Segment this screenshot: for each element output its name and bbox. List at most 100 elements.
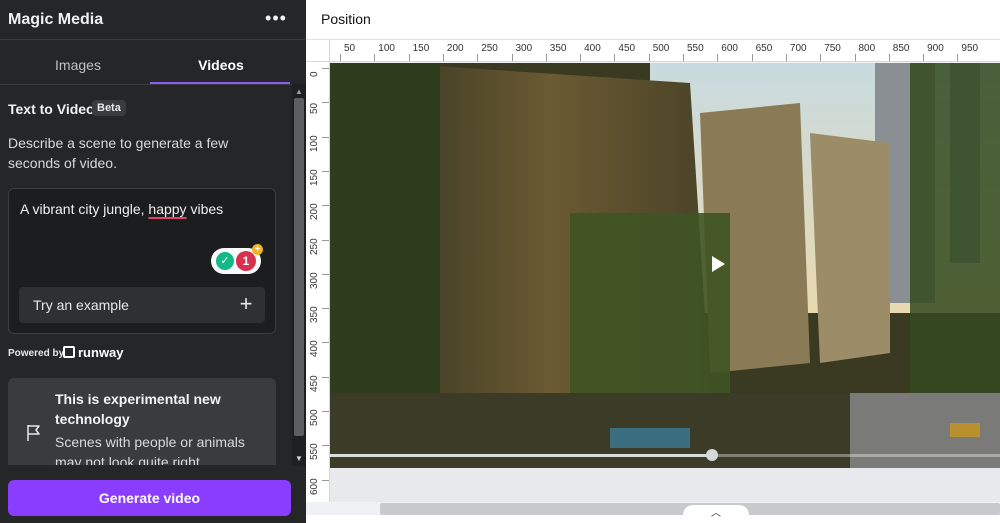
ruler-tick (545, 54, 547, 61)
magic-media-panel: Magic Media ••• Images Videos Text to Vi… (0, 0, 306, 523)
canvas-bottom-area (330, 468, 1000, 502)
flag-icon (27, 425, 40, 441)
vertical-ruler: 0 50 100 150 200 250 300 350 400 450 500 550 600 (306, 62, 330, 502)
ruler-tick-label: 50 (344, 43, 356, 54)
ruler-tick (408, 54, 410, 61)
ruler-tick (322, 205, 329, 207)
ruler-tick-label: 300 (515, 43, 533, 54)
more-options-icon[interactable]: ••• (264, 9, 288, 30)
grammar-bulb-icon: ✓ (216, 252, 234, 270)
ruler-tick-label: 100 (378, 43, 395, 54)
ruler-corner (306, 40, 330, 62)
ruler-tick (322, 273, 329, 275)
ruler-tick-label: 500 (652, 43, 670, 54)
ruler-tick (322, 136, 329, 138)
powered-by-label: Powered by (8, 348, 65, 359)
runway-logo-icon (63, 346, 75, 358)
ruler-tick-label: 950 (961, 43, 979, 54)
ruler-tick (511, 54, 513, 61)
play-icon[interactable] (712, 256, 725, 272)
editor-toolbar: Position (306, 0, 1000, 40)
ruler-tick-label: 600 (721, 43, 738, 54)
ruler-tick-label: 100 (309, 134, 320, 152)
ruler-tick-label: 700 (789, 43, 807, 54)
ruler-tick (322, 411, 329, 412)
info-card-title: This is experimental new technology (55, 391, 221, 427)
plus-icon: + (239, 291, 253, 316)
ruler-tick-label: 0 (309, 71, 320, 77)
runway-logo[interactable]: runway (63, 345, 124, 360)
scroll-down-icon[interactable]: ▼ (295, 454, 303, 463)
grammar-plus-icon: + (252, 244, 263, 255)
ruler-tick (322, 376, 329, 378)
panel-title: Magic Media (8, 11, 104, 28)
ruler-tick (322, 102, 329, 104)
panel-scroll-area: Text to Video Beta Describe a scene to g… (0, 85, 290, 465)
ruler-tick (648, 54, 650, 61)
video-progress-track[interactable] (330, 449, 1000, 461)
scroll-up-icon[interactable]: ▲ (295, 87, 303, 96)
ruler-tick (923, 54, 925, 61)
ruler-tick-label: 550 (309, 443, 320, 461)
prompt-textarea[interactable]: A vibrant city jungle, happy vibes ✓ 1 +… (8, 188, 276, 334)
editor-bottom-bar (306, 515, 1000, 523)
video-canvas[interactable] (330, 63, 1000, 468)
panel-scrollbar[interactable]: ▲ ▼ (292, 84, 306, 466)
experimental-info-card: This is experimental new technology Scen… (8, 378, 276, 465)
ruler-tick-label: 750 (824, 43, 841, 54)
ruler-tick (957, 54, 959, 61)
video-frame-image (330, 63, 1000, 468)
ruler-tick (580, 54, 582, 61)
tab-images[interactable]: Images (5, 44, 151, 84)
ruler-tick-label: 150 (412, 43, 430, 54)
ruler-tick (322, 68, 329, 69)
section-title: Text to Video (8, 101, 95, 117)
generate-video-button[interactable]: Generate video (8, 480, 291, 516)
try-example-label: Try an example (33, 297, 129, 313)
ruler-tick-label: 200 (309, 203, 320, 221)
ruler-tick-label: 600 (309, 477, 320, 495)
ruler-tick-label: 150 (309, 169, 320, 186)
ruler-tick (785, 54, 787, 61)
section-description: Describe a scene to generate a few secon… (8, 135, 229, 171)
beta-badge: Beta (92, 100, 126, 116)
ruler-tick-label: 250 (309, 237, 320, 255)
ruler-tick (374, 54, 376, 61)
video-progress-fill (330, 454, 712, 457)
ruler-tick (340, 54, 341, 61)
prompt-text[interactable]: A vibrant city jungle, happy vibes (20, 201, 223, 217)
grammar-issue-count: 1 (236, 251, 256, 271)
ruler-tick-label: 250 (481, 43, 498, 54)
grammar-checker-badge[interactable]: ✓ 1 + (211, 244, 263, 274)
ruler-tick (820, 54, 822, 61)
panel-header: Magic Media ••• (0, 0, 306, 40)
scrollbar-thumb[interactable] (294, 98, 304, 436)
ruler-tick (854, 54, 856, 61)
ruler-tick (717, 54, 719, 61)
ruler-tick (477, 54, 479, 61)
ruler-tick-label: 400 (584, 43, 601, 54)
ruler-tick-label: 800 (858, 43, 876, 54)
misspelled-word[interactable]: happy (148, 201, 186, 217)
ruler-tick (322, 479, 329, 481)
ruler-tick (322, 445, 329, 447)
ruler-tick (322, 239, 329, 241)
ruler-tick-label: 550 (687, 43, 704, 54)
ruler-tick (322, 342, 329, 344)
ruler-tick-label: 400 (309, 340, 320, 358)
ruler-tick-label: 500 (309, 409, 320, 426)
tab-videos[interactable]: Videos (148, 44, 294, 84)
expand-up-icon[interactable]: ︿ (683, 505, 749, 523)
try-example-button[interactable]: Try an example + (19, 287, 265, 323)
ruler-tick-label: 450 (618, 43, 636, 54)
ruler-tick (442, 54, 444, 61)
ruler-tick (614, 54, 616, 61)
ruler-tick-label: 650 (755, 43, 773, 54)
video-progress-knob[interactable] (705, 449, 718, 461)
ruler-tick (322, 170, 329, 172)
ruler-tick-label: 350 (549, 43, 567, 54)
ruler-tick-label: 900 (927, 43, 944, 54)
ruler-tick-label: 450 (309, 375, 320, 392)
position-button[interactable]: Position (321, 11, 371, 27)
info-card-body: Scenes with people or animals may not lo… (55, 434, 245, 465)
